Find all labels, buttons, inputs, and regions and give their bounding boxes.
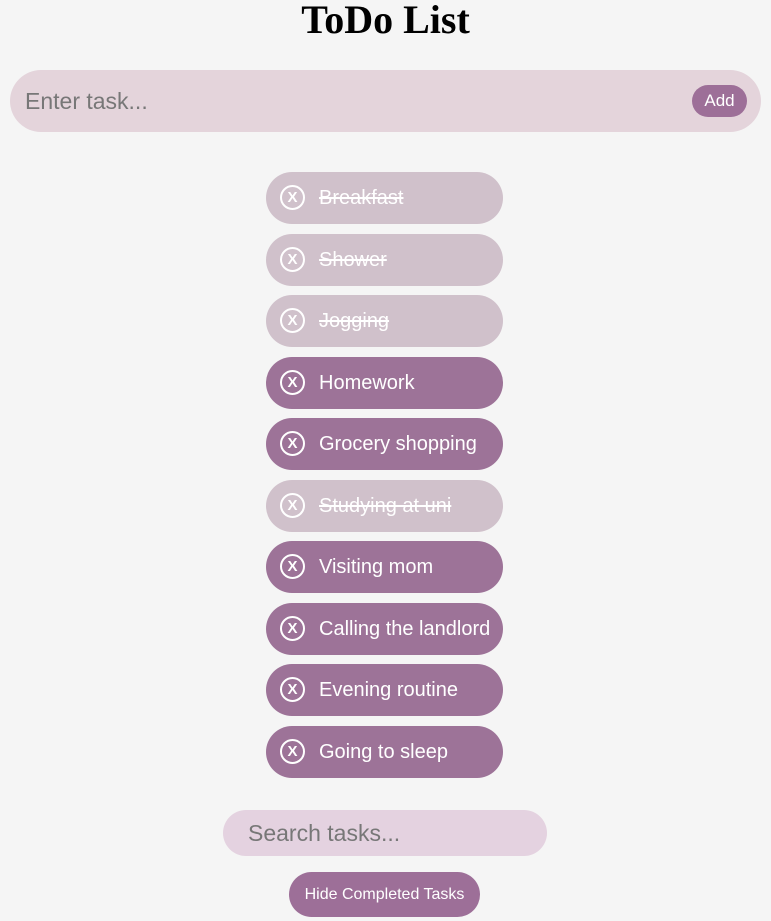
close-icon[interactable]: X [280,554,305,579]
task-item[interactable]: X Visiting mom [266,541,503,593]
close-icon[interactable]: X [280,431,305,456]
close-icon[interactable]: X [280,369,305,395]
close-icon[interactable]: X [280,738,305,764]
task-label: Visiting mom [319,556,434,578]
task-list: X Breakfast X Shower X Jogging X Homewor… [266,172,503,787]
close-icon[interactable]: X [280,185,305,210]
task-item[interactable]: X Studying at uni [266,479,503,532]
search-input[interactable] [223,810,547,856]
task-item[interactable]: X Shower [266,233,503,286]
task-item[interactable]: X Grocery shopping [266,418,503,470]
close-icon[interactable]: X [280,308,305,333]
task-item[interactable]: X Homework [266,356,503,409]
task-item[interactable]: X Breakfast [266,172,503,224]
page-title: ToDo List [301,0,470,42]
task-label: Going to sleep [319,740,448,763]
task-label: Jogging [319,310,390,332]
task-label: Evening routine [319,679,458,701]
task-label: Studying at uni [319,494,452,517]
task-label: Homework [319,371,415,394]
task-input[interactable] [10,70,680,132]
close-icon[interactable]: X [280,246,305,272]
add-task-bar: Add [10,70,761,132]
task-label: Shower [319,248,387,271]
task-item[interactable]: X Going to sleep [266,725,503,778]
task-item[interactable]: X Calling the landlord [266,602,503,655]
close-icon[interactable]: X [280,492,305,518]
task-item[interactable]: X Jogging [266,295,503,347]
task-label: Calling the landlord [319,617,491,640]
task-item[interactable]: X Evening routine [266,664,503,716]
close-icon[interactable]: X [280,615,305,641]
task-label: Breakfast [319,187,404,209]
hide-completed-button[interactable]: Hide Completed Tasks [289,872,480,917]
close-icon[interactable]: X [280,677,305,702]
task-label: Grocery shopping [319,433,477,455]
add-button[interactable]: Add [692,85,747,117]
